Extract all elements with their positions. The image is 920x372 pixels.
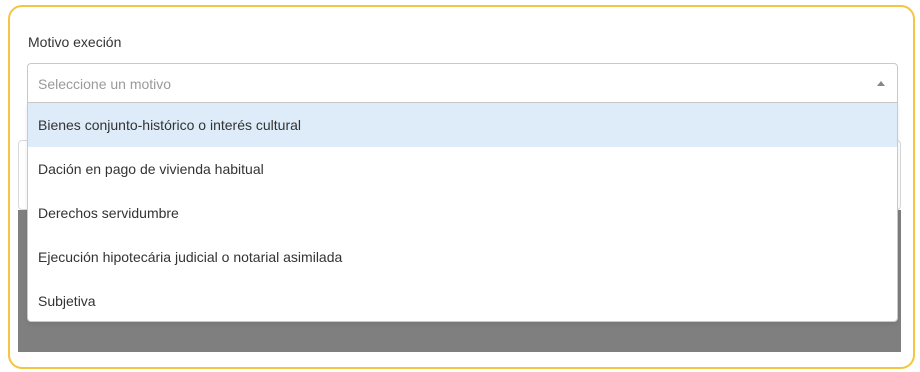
select-placeholder: Seleccione un motivo xyxy=(38,76,172,92)
option-dacion-en-pago[interactable]: Dación en pago de vivienda habitual xyxy=(28,147,897,191)
dropdown-menu: Bienes conjunto-histórico o interés cult… xyxy=(27,103,898,322)
motivo-select[interactable]: Seleccione un motivo xyxy=(27,63,898,103)
motivo-label: Motivo execión xyxy=(28,34,122,50)
option-derechos-servidumbre[interactable]: Derechos servidumbre xyxy=(28,191,897,235)
caret-up-icon[interactable] xyxy=(877,81,885,86)
option-subjetiva[interactable]: Subjetiva xyxy=(28,279,897,323)
option-ejecucion-hipotecaria[interactable]: Ejecución hipotecária judicial o notaria… xyxy=(28,235,897,279)
option-bienes-conjunto-historico[interactable]: Bienes conjunto-histórico o interés cult… xyxy=(28,103,897,147)
